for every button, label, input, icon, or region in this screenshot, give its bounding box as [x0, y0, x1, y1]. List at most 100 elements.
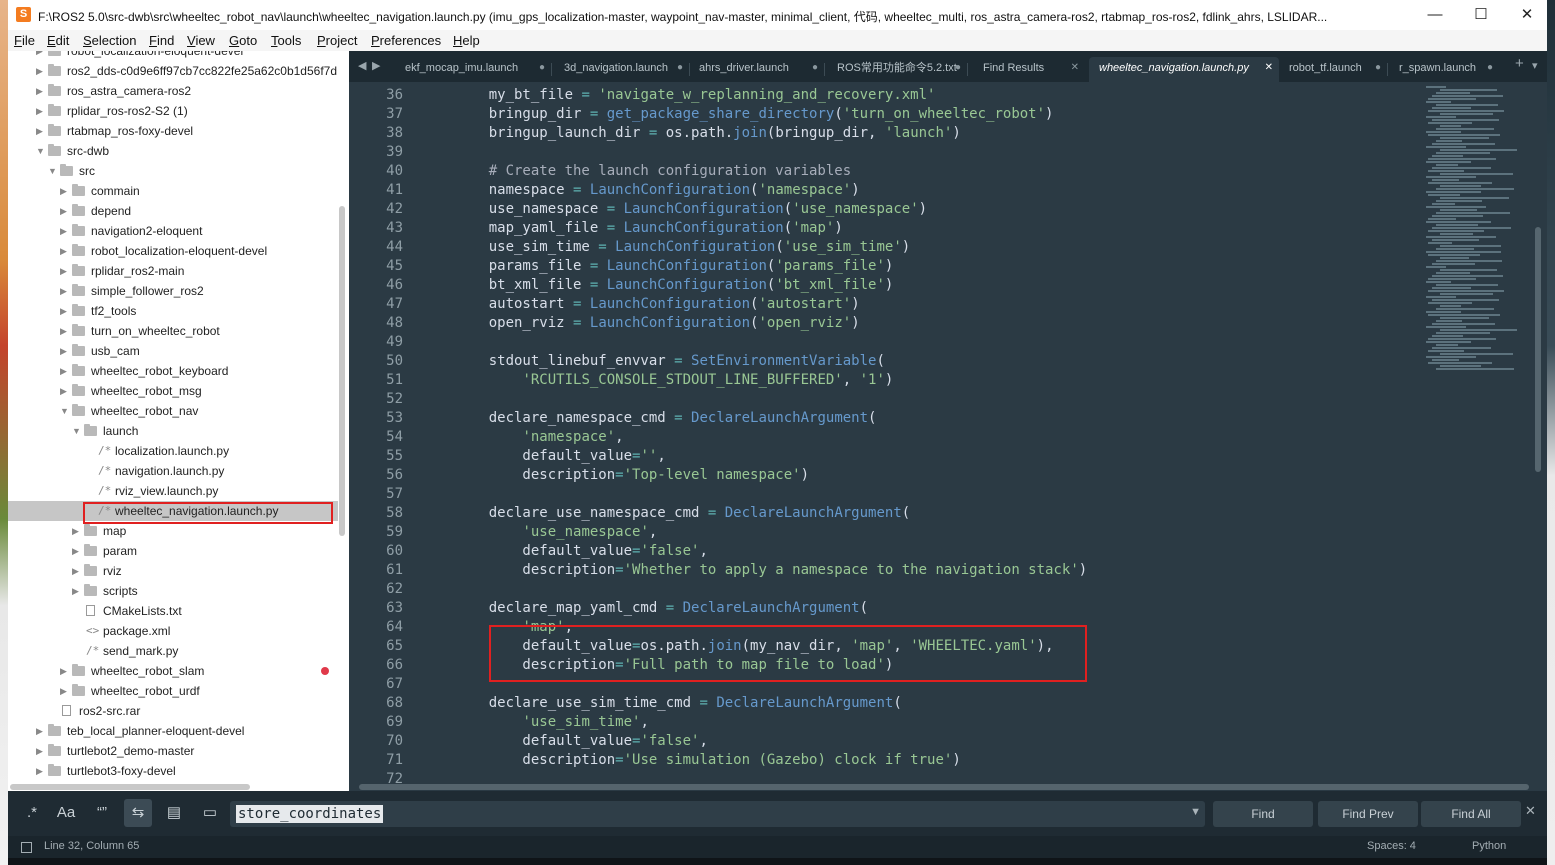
sidebar-folder[interactable]: ▶ ros2_dds-c0d9e6ff97cb7cc822fe25a62c0b1d… [8, 61, 338, 81]
folder-collapsed-icon[interactable]: ▶ [72, 521, 79, 541]
code-line[interactable]: 'RCUTILS_CONSOLE_STDOUT_LINE_BUFFERED', … [455, 371, 893, 390]
menu-goto[interactable]: Goto [229, 33, 257, 48]
unsaved-dot-icon[interactable]: ● [539, 57, 545, 79]
sidebar-folder[interactable]: ▶ rviz [8, 561, 338, 581]
code-line[interactable]: description='Use simulation (Gazebo) clo… [455, 751, 960, 770]
sidebar-folder[interactable]: ▶ wheeltec_robot_slam [8, 661, 338, 681]
folder-expanded-icon[interactable]: ▼ [36, 141, 45, 161]
folder-collapsed-icon[interactable]: ▶ [36, 761, 43, 781]
maximize-button[interactable]: ☐ [1458, 0, 1504, 30]
sidebar-folder[interactable]: ▶ wheeltec_robot_urdf [8, 681, 338, 701]
sidebar-folder[interactable]: ▼ src [8, 161, 338, 181]
code-line[interactable]: declare_use_sim_time_cmd = DeclareLaunch… [455, 694, 902, 713]
sidebar-file[interactable]: /* navigation.launch.py [8, 461, 338, 481]
close-window-button[interactable]: ✕ [1504, 0, 1547, 30]
menu-file[interactable]: File [14, 33, 35, 48]
sidebar-folder[interactable]: ▶ depend [8, 201, 338, 221]
sidebar-folder[interactable]: ▶ map [8, 521, 338, 541]
code-line[interactable]: # Create the launch configuration variab… [455, 162, 851, 181]
unsaved-dot-icon[interactable]: ● [677, 57, 683, 79]
folder-collapsed-icon[interactable]: ▶ [36, 121, 43, 141]
sidebar-folder[interactable]: ▶ scripts [8, 581, 338, 601]
sidebar-folder[interactable]: ▶ commain [8, 181, 338, 201]
editor-horizontal-scrollbar[interactable] [359, 784, 1529, 790]
code-line[interactable]: bt_xml_file = LaunchConfiguration('bt_xm… [455, 276, 894, 295]
editor-vertical-scrollbar[interactable] [1535, 227, 1541, 472]
minimap[interactable] [1424, 82, 1534, 382]
sidebar-folder[interactable]: ▶ turn_on_wheeltec_robot [8, 321, 338, 341]
folder-collapsed-icon[interactable]: ▶ [60, 681, 67, 701]
folder-collapsed-icon[interactable]: ▶ [60, 361, 67, 381]
folder-collapsed-icon[interactable]: ▶ [36, 101, 43, 121]
folder-collapsed-icon[interactable]: ▶ [72, 581, 79, 601]
sidebar-scrollbar[interactable] [339, 206, 345, 536]
code-line[interactable]: autostart = LaunchConfiguration('autosta… [455, 295, 860, 314]
folder-collapsed-icon[interactable]: ▶ [36, 61, 43, 81]
code-editor[interactable]: 36 37 38 39 40 41 42 43 44 45 46 47 48 49 50 51 52 53 54 55… [349, 82, 1547, 791]
menu-help[interactable]: Help [453, 33, 480, 48]
sidebar-folder[interactable]: ▶ navigation2-eloquent [8, 221, 338, 241]
close-tab-icon[interactable]: ✕ [1265, 57, 1273, 79]
find-button[interactable]: Find [1213, 801, 1313, 827]
editor-tab[interactable]: ahrs_driver.launch ● [689, 57, 824, 82]
find-prev-button[interactable]: Find Prev [1318, 801, 1418, 827]
code-line[interactable]: declare_namespace_cmd = DeclareLaunchArg… [455, 409, 877, 428]
folder-collapsed-icon[interactable]: ▶ [60, 381, 67, 401]
menu-tools[interactable]: Tools [271, 33, 301, 48]
sidebar-folder[interactable]: ▶ simple_follower_ros2 [8, 281, 338, 301]
sidebar-folder[interactable]: ▶ rplidar_ros2-main [8, 261, 338, 281]
code-line[interactable]: declare_use_namespace_cmd = DeclareLaunc… [455, 504, 911, 523]
sidebar-folder[interactable]: ▶ wheeltec_robot_keyboard [8, 361, 338, 381]
sidebar-file[interactable]: /* rviz_view.launch.py [8, 481, 338, 501]
code-line[interactable]: default_value='false', [455, 542, 707, 561]
folder-collapsed-icon[interactable]: ▶ [60, 181, 67, 201]
editor-tab[interactable]: robot_tf.launch ● [1279, 57, 1387, 82]
close-tab-icon[interactable]: ✕ [1071, 57, 1079, 79]
folder-collapsed-icon[interactable]: ▶ [60, 261, 67, 281]
regex-toggle-icon[interactable]: .* [18, 799, 46, 827]
sidebar-folder[interactable]: ▼ wheeltec_robot_nav [8, 401, 338, 421]
sidebar-folder[interactable]: ▶ teb_local_planner-eloquent-devel [8, 721, 338, 741]
folder-collapsed-icon[interactable]: ▶ [72, 561, 79, 581]
menu-project[interactable]: Project [317, 33, 357, 48]
folder-collapsed-icon[interactable]: ▶ [60, 321, 67, 341]
highlight-matches-toggle-icon[interactable]: ▭ [196, 799, 224, 827]
folder-collapsed-icon[interactable]: ▶ [36, 81, 43, 101]
folder-collapsed-icon[interactable]: ▶ [60, 221, 67, 241]
whole-word-toggle-icon[interactable]: “” [88, 799, 116, 827]
sidebar-folder[interactable]: ▶ robot_localization-eloquent-devel [8, 51, 338, 61]
sidebar-folder[interactable]: ▶ ros_astra_camera-ros2 [8, 81, 338, 101]
sidebar-folder[interactable]: ▶ rplidar_ros-ros2-S2 (1) [8, 101, 338, 121]
find-all-button[interactable]: Find All [1421, 801, 1521, 827]
new-tab-icon[interactable]: + [1515, 55, 1524, 72]
code-line[interactable]: declare_map_yaml_cmd = DeclareLaunchArgu… [455, 599, 868, 618]
case-sensitive-toggle-icon[interactable]: Aa [52, 799, 80, 827]
panel-toggle-icon[interactable] [21, 842, 32, 853]
code-line[interactable]: namespace = LaunchConfiguration('namespa… [455, 181, 860, 200]
unsaved-dot-icon[interactable]: ● [812, 57, 818, 79]
editor-tab[interactable]: Find Results ✕ [973, 57, 1085, 82]
sidebar-file[interactable]: CMakeLists.txt [8, 601, 338, 621]
sidebar-folder[interactable]: ▶ param [8, 541, 338, 561]
find-history-dropdown-icon[interactable]: ▼ [1190, 806, 1201, 818]
folder-collapsed-icon[interactable]: ▶ [60, 241, 67, 261]
menu-find[interactable]: Find [149, 33, 174, 48]
editor-tab[interactable]: r_spawn.launch ● [1389, 57, 1499, 82]
tab-list-icon[interactable]: ▾ [1532, 59, 1538, 72]
folder-collapsed-icon[interactable]: ▶ [60, 341, 67, 361]
folder-collapsed-icon[interactable]: ▶ [72, 541, 79, 561]
code-line[interactable]: use_namespace = LaunchConfiguration('use… [455, 200, 927, 219]
folder-expanded-icon[interactable]: ▼ [60, 401, 69, 421]
sidebar-file[interactable]: /* localization.launch.py [8, 441, 338, 461]
unsaved-dot-icon[interactable]: ● [1487, 57, 1493, 79]
editor-tab[interactable]: ekf_mocap_imu.launch ● [395, 57, 551, 82]
folder-collapsed-icon[interactable]: ▶ [36, 51, 43, 61]
code-line[interactable]: use_sim_time = LaunchConfiguration('use_… [455, 238, 911, 257]
code-line[interactable]: 'use_namespace', [455, 523, 657, 542]
folder-collapsed-icon[interactable]: ▶ [36, 741, 43, 761]
sidebar-folder[interactable]: ▶ turtlebot2_demo-master [8, 741, 338, 761]
sidebar-folder[interactable]: ▼ launch [8, 421, 338, 441]
sidebar-folder[interactable]: ▶ turtlebot3-foxy-devel [8, 761, 338, 781]
code-line[interactable]: 'use_sim_time', [455, 713, 648, 732]
sidebar-folder[interactable]: ▶ robot_localization-eloquent-devel [8, 241, 338, 261]
